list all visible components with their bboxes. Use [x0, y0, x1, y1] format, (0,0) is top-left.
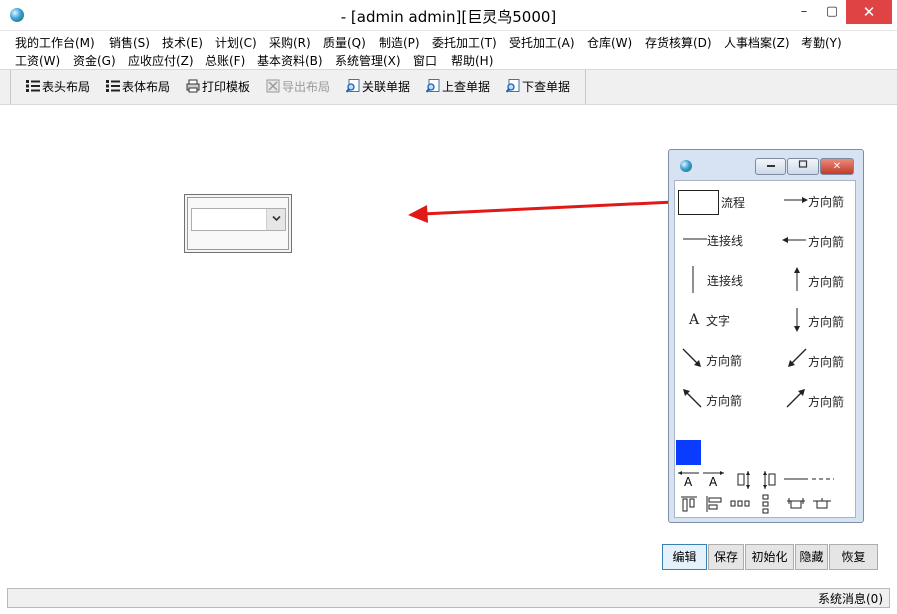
maximize-button[interactable]: ▢ [818, 0, 846, 24]
center-vertical-icon[interactable] [812, 497, 832, 511]
list-icon [26, 80, 40, 92]
arrow-right-icon[interactable] [783, 193, 809, 207]
initialize-button[interactable]: 初始化 [745, 544, 794, 570]
text-tool-glyph[interactable]: A [689, 312, 699, 328]
menu-bar: 我的工作台(M) 销售(S) 技术(E) 计划(C) 采购(R) 质量(Q) 制… [0, 31, 897, 69]
arrow-down-icon[interactable] [792, 307, 802, 333]
hide-button[interactable]: 隐藏 [795, 544, 828, 570]
menu-help[interactable]: 帮助(H) [451, 52, 493, 69]
prev-doc-button[interactable]: 上查单据 [426, 77, 490, 97]
palette-minimize-button[interactable] [755, 158, 786, 175]
menu-contract-processing[interactable]: 受托加工(A) [509, 34, 575, 51]
edit-button[interactable]: 编辑 [662, 544, 707, 570]
menu-system-admin[interactable]: 系统管理(X) [335, 52, 401, 69]
arrow-diagonal-up-left-icon[interactable] [682, 388, 702, 408]
list-icon [106, 80, 120, 92]
menu-warehouse[interactable]: 仓库(W) [587, 34, 632, 51]
body-layout-button[interactable]: 表体布局 [106, 77, 170, 97]
align-top-icon[interactable] [680, 495, 698, 513]
arrow-up-icon[interactable] [792, 266, 802, 292]
menu-sales[interactable]: 销售(S) [109, 34, 150, 51]
related-docs-button[interactable]: 关联单据 [346, 77, 410, 97]
export-icon [266, 79, 280, 93]
align-right-text-icon[interactable]: A [702, 469, 726, 489]
header-layout-button[interactable]: 表头布局 [26, 77, 90, 97]
menu-purchase[interactable]: 采购(R) [269, 34, 311, 51]
arrow-diagonal-down-right-icon[interactable] [682, 348, 702, 368]
distribute-vertical-icon[interactable] [760, 494, 772, 514]
arrow-diagonal-down-left-icon[interactable] [787, 348, 807, 368]
status-bar [7, 588, 890, 608]
magnifier-doc-icon [506, 79, 520, 93]
menu-technology[interactable]: 技术(E) [162, 34, 203, 51]
center-horizontal-icon[interactable] [786, 497, 806, 511]
menu-workbench[interactable]: 我的工作台(M) [15, 34, 95, 51]
align-glyph: A [684, 475, 693, 489]
menu-salary[interactable]: 工资(W) [15, 52, 60, 69]
tool-connector-label[interactable]: 连接线 [707, 272, 743, 289]
distribute-horizontal-icon[interactable] [730, 498, 750, 510]
export-layout-button[interactable]: 导出布局 [266, 77, 330, 97]
tool-connector-label[interactable]: 连接线 [707, 232, 743, 249]
menu-receivables-payables[interactable]: 应收应付(Z) [128, 52, 194, 69]
same-height-icon[interactable] [736, 470, 752, 490]
magnifier-doc-icon [426, 79, 440, 93]
save-button[interactable]: 保存 [708, 544, 744, 570]
prev-doc-label: 上查单据 [442, 80, 491, 94]
print-template-button[interactable]: 打印模板 [186, 77, 250, 97]
restore-button[interactable]: 恢复 [829, 544, 878, 570]
tool-arrow-label[interactable]: 方向箭 [808, 233, 844, 250]
minimize-button[interactable]: – [790, 0, 818, 24]
tool-arrow-label[interactable]: 方向箭 [706, 392, 742, 409]
menu-inventory-accounting[interactable]: 存货核算(D) [645, 34, 712, 51]
connector-vertical-icon[interactable] [688, 266, 698, 294]
tool-arrow-label[interactable]: 方向箭 [808, 353, 844, 370]
process-box-icon[interactable] [678, 190, 719, 215]
tool-arrow-label[interactable]: 方向箭 [808, 313, 844, 330]
close-button[interactable]: ✕ [846, 0, 892, 24]
arrow-diagonal-up-right-icon[interactable] [786, 388, 806, 408]
tool-arrow-label[interactable]: 方向箭 [808, 273, 844, 290]
align-left-icon[interactable] [705, 495, 723, 513]
arrow-left-icon[interactable] [781, 233, 807, 247]
tool-arrow-label[interactable]: 方向箭 [808, 393, 844, 410]
window-title: - [admin admin][巨灵鸟5000] [340, 8, 557, 26]
body-layout-label: 表体布局 [122, 80, 171, 94]
menu-hr-files[interactable]: 人事档案(Z) [724, 34, 790, 51]
line-style-icon[interactable] [784, 474, 834, 484]
header-layout-label: 表头布局 [42, 80, 91, 94]
toolbar: 表头布局 表体布局 打印模板 导出布局 关联单据 上查单据 下查单据 [10, 70, 586, 104]
menu-plan[interactable]: 计划(C) [215, 34, 257, 51]
menu-manufacture[interactable]: 制造(P) [379, 34, 420, 51]
tool-arrow-label[interactable]: 方向箭 [808, 193, 844, 210]
palette-maximize-button[interactable] [787, 158, 819, 175]
related-docs-label: 关联单据 [362, 80, 411, 94]
align-left-text-icon[interactable]: A [677, 469, 701, 489]
tool-arrow-label[interactable]: 方向箭 [706, 352, 742, 369]
next-doc-button[interactable]: 下查单据 [506, 77, 570, 97]
menu-basic-data[interactable]: 基本资料(B) [257, 52, 323, 69]
menu-attendance[interactable]: 考勤(Y) [801, 34, 842, 51]
align-glyph: A [709, 475, 718, 489]
print-template-label: 打印模板 [202, 80, 251, 94]
export-layout-label: 导出布局 [282, 80, 331, 94]
same-height-alt-icon[interactable] [762, 470, 778, 490]
next-doc-label: 下查单据 [522, 80, 571, 94]
menu-general-ledger[interactable]: 总账(F) [205, 52, 245, 69]
printer-icon [186, 79, 200, 93]
palette-globe-icon [680, 160, 692, 172]
tool-process-label[interactable]: 流程 [721, 194, 745, 211]
red-arrow-annotation [408, 199, 696, 223]
menu-window[interactable]: 窗口 [413, 52, 437, 69]
palette-close-button[interactable]: ✕ [820, 158, 854, 175]
chevron-down-icon[interactable] [266, 209, 285, 230]
connector-horizontal-icon[interactable] [683, 232, 709, 246]
menu-quality[interactable]: 质量(Q) [323, 34, 366, 51]
menu-funds[interactable]: 资金(G) [73, 52, 116, 69]
fill-color-swatch[interactable] [676, 440, 701, 465]
system-messages[interactable]: 系统消息(0) [818, 590, 883, 607]
tool-text-label[interactable]: 文字 [706, 312, 730, 329]
menu-outsourcing[interactable]: 委托加工(T) [432, 34, 497, 51]
magnifier-doc-icon [346, 79, 360, 93]
